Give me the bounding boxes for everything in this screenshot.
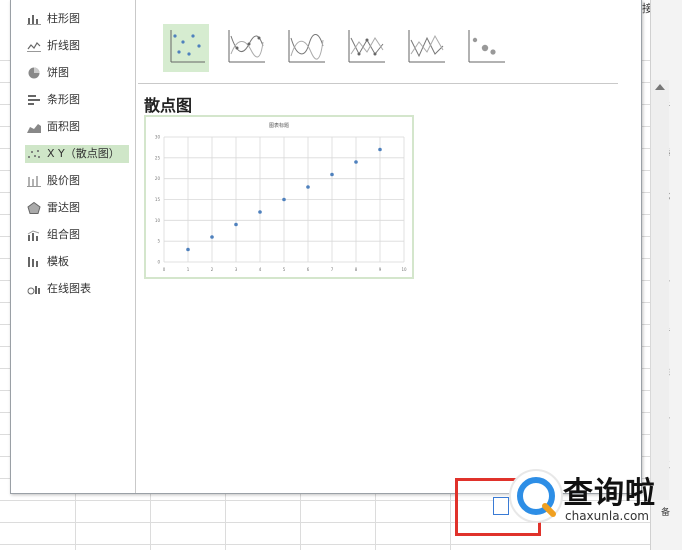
scatter-straight-markers-icon (348, 30, 385, 63)
bubble-icon (468, 30, 505, 63)
scroll-up-icon[interactable] (655, 84, 665, 90)
chart-type-item-area[interactable]: 面积图 (25, 118, 129, 136)
line-chart-icon (27, 42, 41, 52)
chart-type-item-pie[interactable]: 饼图 (25, 64, 129, 82)
chart-type-label: 模板 (47, 255, 69, 268)
subtype-scatter-smooth-markers[interactable] (223, 24, 269, 72)
chart-type-label: 折线图 (47, 39, 80, 52)
subtype-scatter-straight-markers[interactable] (343, 24, 389, 72)
x-tick-label: 8 (355, 267, 358, 272)
watermark-domain: chaxunla.com (565, 509, 649, 523)
data-point (306, 185, 310, 189)
chart-type-item-radar[interactable]: 雷达图 (25, 199, 129, 217)
template-icon (28, 257, 38, 267)
divider (138, 83, 618, 84)
chart-type-list: 柱形图 折线图 饼图 条形图 面积图 X Y（散点图） 股价图 雷达图 组合图 … (11, 0, 136, 493)
x-tick-label: 9 (379, 267, 382, 272)
data-point (186, 247, 190, 252)
subtype-scatter-straight[interactable] (403, 24, 449, 72)
y-tick-label: 25 (155, 155, 161, 160)
chart-preview[interactable]: 0 1 2 3 4 5 6 7 8 9 10 0 5 10 15 20 25 30 图表标题 (144, 115, 414, 279)
x-tick-label: 7 (331, 267, 334, 272)
scatter-chart: 0 1 2 3 4 5 6 7 8 9 10 0 5 10 15 20 25 30 图表标题 (155, 122, 407, 272)
chart-type-label: 股价图 (47, 174, 80, 187)
y-tick-label: 15 (155, 197, 161, 202)
x-tick-label: 5 (283, 267, 286, 272)
preview-heading: 散点图 (144, 96, 193, 115)
subtype-scatter-smooth[interactable] (283, 24, 329, 72)
watermark-text: 查询啦 (563, 476, 656, 511)
scatter-smooth-markers-icon (228, 30, 265, 63)
x-tick-label: 4 (259, 267, 262, 272)
chart-type-item-online[interactable]: 在线图表 (25, 280, 129, 298)
chart-type-label: 柱形图 (47, 12, 80, 25)
chart-type-label: 在线图表 (47, 282, 91, 295)
y-tick-label: 10 (155, 218, 161, 223)
scatter-straight-icon (408, 30, 445, 63)
bar-chart-icon (28, 95, 40, 105)
scatter-smooth-icon (288, 30, 325, 63)
pie-chart-icon (28, 67, 40, 79)
y-tick-label: 30 (155, 135, 161, 140)
data-point (330, 172, 334, 177)
chart-type-item-combo[interactable]: 组合图 (25, 226, 129, 244)
scatter-markers-icon (170, 30, 205, 63)
stock-chart-icon (27, 176, 41, 187)
chart-type-item-scatter[interactable]: X Y（散点图） (25, 145, 129, 163)
chart-type-label: 组合图 (47, 228, 80, 241)
chart-type-item-line[interactable]: 折线图 (25, 37, 129, 55)
area-chart-icon (27, 124, 41, 133)
chart-type-label: X Y（散点图） (47, 147, 120, 160)
chart-type-label: 面积图 (47, 120, 80, 133)
chart-type-label: 饼图 (47, 66, 69, 79)
data-point (354, 160, 358, 164)
vertical-scrollbar[interactable] (650, 80, 669, 500)
column-chart-icon (27, 15, 41, 25)
y-tick-label: 5 (157, 239, 160, 244)
online-chart-icon (27, 286, 40, 295)
x-tick-label: 2 (211, 267, 214, 272)
chart-type-item-bar[interactable]: 条形图 (25, 91, 129, 109)
data-point (378, 147, 382, 152)
x-tick-label: 6 (307, 267, 310, 272)
subtype-scatter-markers[interactable] (163, 24, 209, 72)
watermark-logo-icon (509, 469, 563, 523)
data-point (210, 235, 214, 239)
chart-type-item-column[interactable]: 柱形图 (25, 10, 129, 28)
radar-chart-icon (27, 202, 41, 214)
chart-type-label: 条形图 (47, 93, 80, 106)
chart-type-item-template[interactable]: 模板 (25, 253, 129, 271)
combo-chart-icon (27, 230, 40, 241)
chart-title: 图表标题 (269, 122, 289, 129)
chart-type-item-stock[interactable]: 股价图 (25, 172, 129, 190)
data-point (282, 197, 286, 202)
chart-subtype-gallery (135, 0, 641, 82)
x-tick-label: 1 (187, 267, 190, 272)
x-tick-label: 10 (401, 267, 407, 272)
y-tick-label: 20 (155, 176, 161, 181)
subtype-bubble[interactable] (463, 24, 509, 72)
data-point (258, 210, 262, 214)
y-tick-label: 0 (157, 260, 160, 265)
scatter-chart-icon (28, 150, 40, 158)
watermark: 查询啦 chaxunla.com (505, 462, 675, 530)
chart-type-label: 雷达图 (47, 201, 80, 214)
x-tick-label: 0 (163, 267, 166, 272)
data-point (234, 222, 238, 227)
x-tick-label: 3 (235, 267, 238, 272)
